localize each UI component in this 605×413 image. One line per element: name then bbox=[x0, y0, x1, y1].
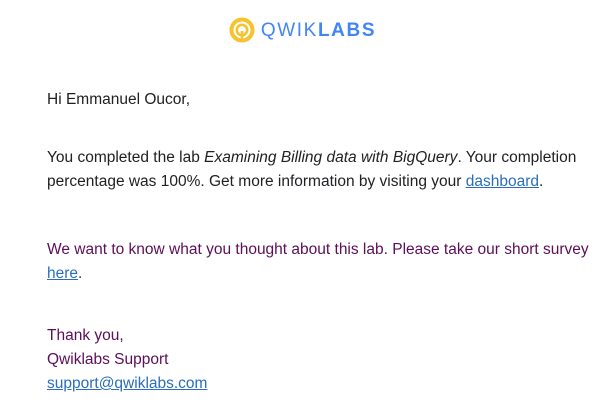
email-header: QWIKLABS bbox=[0, 17, 605, 43]
logo-word-qwik: QWIK bbox=[260, 19, 318, 41]
email-body: Hi Emmanuel Oucor, You completed the lab… bbox=[47, 88, 595, 396]
greeting: Hi Emmanuel Oucor, bbox=[47, 91, 190, 108]
completion-end: . bbox=[538, 173, 544, 190]
survey-end: . bbox=[78, 265, 83, 282]
survey-paragraph: We want to know what you thought about t… bbox=[47, 238, 595, 286]
completion-paragraph: You completed the lab Examining Billing … bbox=[47, 146, 595, 194]
dashboard-link[interactable]: dashboard bbox=[466, 173, 539, 190]
survey-text: We want to know what you thought about t… bbox=[47, 241, 589, 258]
survey-link[interactable]: here bbox=[47, 265, 78, 282]
signoff-thanks: Thank you, bbox=[47, 327, 124, 344]
lab-name: Examining Billing data with BigQuery bbox=[204, 149, 458, 166]
logo-wordmark: QWIKLABS bbox=[261, 21, 376, 40]
signoff-team: Qwiklabs Support bbox=[47, 351, 169, 368]
completion-intro: You completed the lab bbox=[47, 149, 205, 166]
qwiklabs-logo: QWIKLABS bbox=[229, 17, 376, 43]
logo-word-labs: LABS bbox=[317, 19, 377, 41]
signoff: Thank you, Qwiklabs Support support@qwik… bbox=[47, 324, 595, 396]
qwiklabs-ring-logo-icon bbox=[229, 17, 255, 43]
support-email-link[interactable]: support@qwiklabs.com bbox=[47, 372, 595, 396]
